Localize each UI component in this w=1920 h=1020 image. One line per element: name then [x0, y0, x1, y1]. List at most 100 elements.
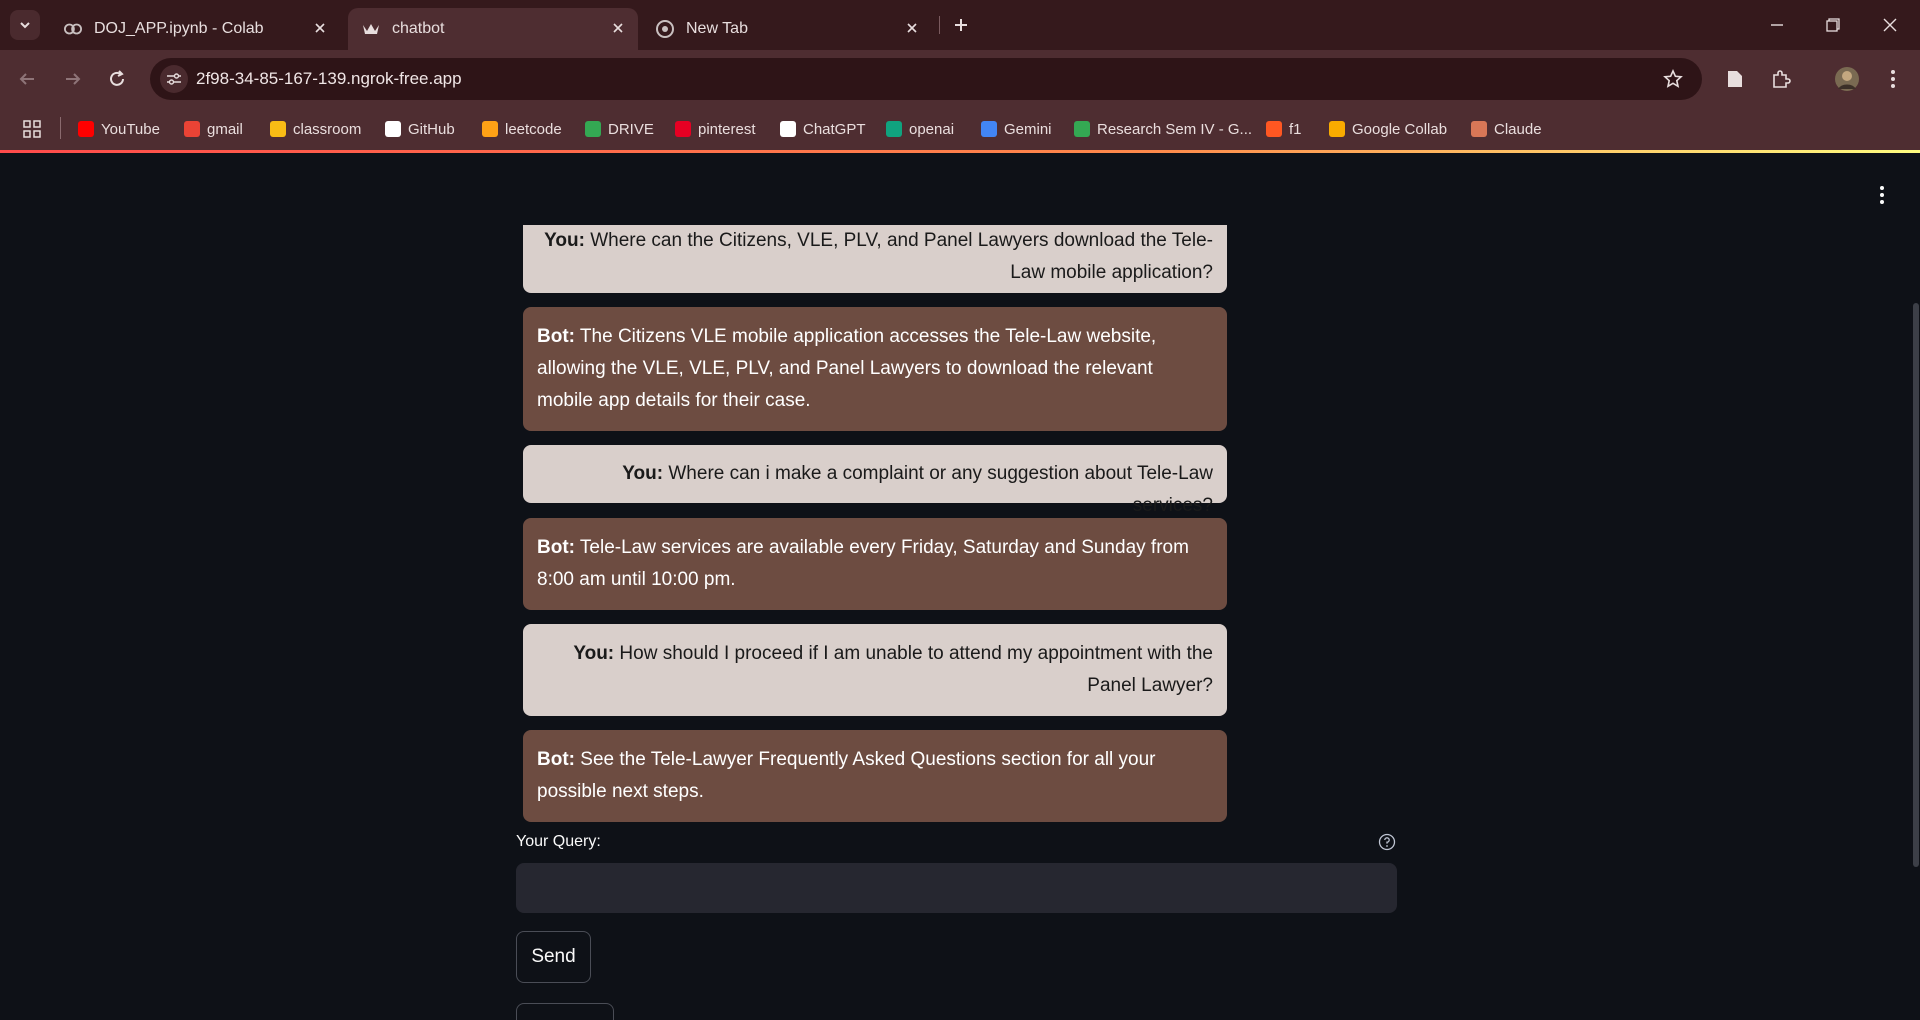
- new-tab-button[interactable]: [948, 12, 974, 38]
- github-icon: [385, 121, 401, 137]
- plus-icon: [955, 19, 967, 31]
- streamlit-app: You: Where can the Citizens, VLE, PLV, a…: [0, 153, 1920, 1020]
- bookmark-label: ChatGPT: [803, 120, 866, 138]
- query-label: Your Query:: [516, 833, 601, 850]
- classroom-icon: [270, 121, 286, 137]
- scrollbar-thumb[interactable]: [1913, 303, 1919, 867]
- message-text: Where can the Citizens, VLE, PLV, and Pa…: [590, 230, 1213, 283]
- drive-icon: [1074, 121, 1090, 137]
- bookmark-leetcode[interactable]: leetcode: [482, 116, 562, 142]
- apps-grid-icon[interactable]: [22, 116, 42, 142]
- bookmarks-divider: [60, 117, 61, 139]
- bookmark-label: classroom: [293, 120, 362, 138]
- url-text[interactable]: 2f98-34-85-167-139.ngrok-free.app: [196, 69, 462, 89]
- bookmark-google-collab[interactable]: Google Collab: [1329, 116, 1447, 142]
- more-vert-icon[interactable]: [1878, 64, 1908, 94]
- minimize-button[interactable]: [1764, 12, 1790, 38]
- bookmark-chatgpt[interactable]: ChatGPT: [780, 116, 866, 142]
- tab-title: chatbot: [392, 20, 445, 37]
- scrollbar[interactable]: [1912, 153, 1920, 1020]
- user-message: You: How should I proceed if I am unable…: [523, 624, 1227, 716]
- tab-new-tab[interactable]: New Tab: [642, 8, 932, 50]
- tab-strip: DOJ_APP.ipynb - Colab chatbot New Tab: [0, 0, 1920, 50]
- user-message: You: Where can the Citizens, VLE, PLV, a…: [523, 225, 1227, 293]
- bookmark-label: GitHub: [408, 120, 455, 138]
- bookmark-claude[interactable]: Claude: [1471, 116, 1542, 142]
- tab-title: DOJ_APP.ipynb - Colab: [94, 20, 264, 37]
- back-button[interactable]: [12, 64, 42, 94]
- address-bar[interactable]: 2f98-34-85-167-139.ngrok-free.app: [150, 58, 1702, 100]
- close-icon[interactable]: [608, 18, 628, 38]
- avatar[interactable]: [1832, 64, 1862, 94]
- bookmark-pinterest[interactable]: pinterest: [675, 116, 756, 142]
- tab-chatbot[interactable]: chatbot: [348, 8, 638, 50]
- speaker-label: You:: [622, 463, 664, 484]
- tab-colab[interactable]: DOJ_APP.ipynb - Colab: [50, 8, 340, 50]
- bookmark-classroom[interactable]: classroom: [270, 116, 361, 142]
- bookmark-youtube[interactable]: YouTube: [78, 116, 160, 142]
- bookmark-label: f1: [1289, 120, 1302, 138]
- bookmark-label: Gemini: [1004, 120, 1052, 138]
- bookmark-f1[interactable]: f1: [1266, 116, 1302, 142]
- forward-button[interactable]: [58, 64, 88, 94]
- message-text: Where can i make a complaint or any sugg…: [668, 463, 1213, 516]
- chatgpt-icon: [780, 121, 796, 137]
- more-vert-icon: [1880, 186, 1884, 204]
- colab-icon: [64, 20, 82, 38]
- gemini-icon: [981, 121, 997, 137]
- close-icon: [1883, 18, 1897, 32]
- bookmark-label: Research Sem IV - G...: [1097, 120, 1253, 138]
- tab-search-button[interactable]: [10, 10, 40, 40]
- restore-icon: [1826, 18, 1840, 32]
- bookmark-openai[interactable]: openai: [886, 116, 954, 142]
- bookmarks-bar: YouTube gmail classroom GitHub leetcode DRIVE…: [0, 108, 1920, 150]
- speaker-label: Bot:: [537, 537, 575, 558]
- reading-list-icon[interactable]: [1720, 64, 1750, 94]
- tab-divider: [939, 16, 940, 34]
- restore-button[interactable]: [1820, 12, 1846, 38]
- site-settings-icon[interactable]: [160, 65, 188, 93]
- leetcode-icon: [482, 121, 498, 137]
- bookmark-github[interactable]: GitHub: [385, 116, 455, 142]
- message-text: See the Tele-Lawyer Frequently Asked Que…: [537, 749, 1156, 802]
- close-icon[interactable]: [310, 18, 330, 38]
- reload-icon: [110, 70, 124, 86]
- bot-message: Bot: The Citizens VLE mobile application…: [523, 307, 1227, 431]
- main-menu-button[interactable]: [1872, 183, 1892, 207]
- bookmark-label: pinterest: [698, 120, 756, 138]
- chrome-icon: [656, 20, 674, 38]
- bookmark-research-sem-iv-g[interactable]: Research Sem IV - G...: [1074, 116, 1252, 142]
- bookmark-drive[interactable]: DRIVE: [585, 116, 654, 142]
- youtube-icon: [78, 121, 94, 137]
- chevron-down-icon: [20, 22, 30, 29]
- speaker-label: Bot:: [537, 326, 575, 347]
- bookmark-label: leetcode: [505, 120, 562, 138]
- bot-message: Bot: See the Tele-Lawyer Frequently Aske…: [523, 730, 1227, 822]
- close-icon[interactable]: [902, 18, 922, 38]
- secondary-button[interactable]: [516, 1003, 614, 1020]
- bookmark-label: DRIVE: [608, 120, 654, 138]
- extensions-puzzle-icon[interactable]: [1766, 64, 1796, 94]
- fc-icon: [1266, 121, 1282, 137]
- bookmark-star-icon[interactable]: [1662, 68, 1684, 90]
- bookmark-label: gmail: [207, 120, 243, 138]
- bookmark-label: Claude: [1494, 120, 1542, 138]
- speaker-label: Bot:: [537, 749, 575, 770]
- bookmark-gmail[interactable]: gmail: [184, 116, 243, 142]
- reload-button[interactable]: [102, 64, 132, 94]
- bookmark-label: YouTube: [101, 120, 160, 138]
- query-input[interactable]: [516, 863, 1397, 913]
- message-text: Tele-Law services are available every Fr…: [537, 537, 1189, 590]
- message-text: How should I proceed if I am unable to a…: [619, 643, 1213, 696]
- close-window-button[interactable]: [1877, 12, 1903, 38]
- minimize-icon: [1771, 24, 1783, 26]
- browser-toolbar: 2f98-34-85-167-139.ngrok-free.app: [0, 50, 1920, 108]
- tab-title: New Tab: [686, 20, 748, 37]
- openai-icon: [886, 121, 902, 137]
- message-text: The Citizens VLE mobile application acce…: [537, 326, 1157, 411]
- bookmark-gemini[interactable]: Gemini: [981, 116, 1052, 142]
- claude-icon: [1471, 121, 1487, 137]
- help-icon[interactable]: [1378, 833, 1396, 851]
- drive-icon: [585, 121, 601, 137]
- send-button[interactable]: Send: [516, 931, 591, 983]
